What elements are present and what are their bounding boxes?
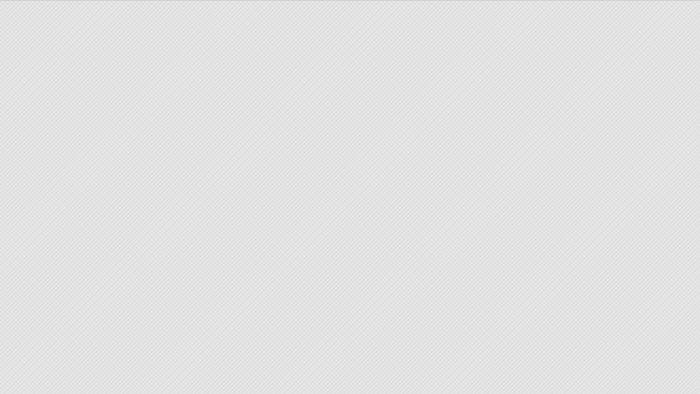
blank-screen: [0, 0, 700, 394]
empty-canvas: [0, 1, 700, 394]
